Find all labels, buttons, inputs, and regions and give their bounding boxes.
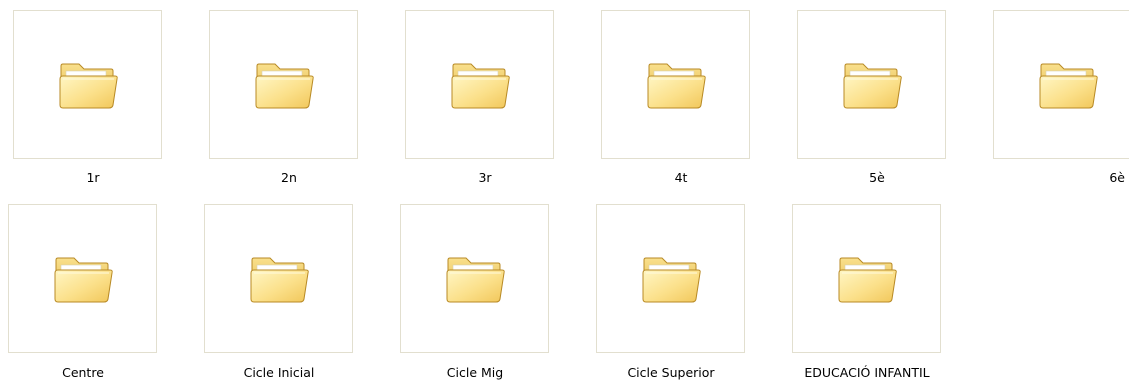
folder-item-2n[interactable]: 2n: [206, 0, 402, 190]
folder-thumbnail: [13, 10, 162, 159]
folder-icon: [836, 248, 898, 308]
folder-label: Cicle Mig: [446, 365, 504, 380]
folder-icon: [253, 54, 315, 114]
folder-label: 4t: [674, 170, 688, 185]
folder-view: 1r 2n 3r 4t 5è 6è Centre Cicle Inicial C…: [0, 0, 1129, 381]
folder-item-6e[interactable]: 6è: [990, 0, 1129, 190]
folder-label: 6è: [1109, 170, 1125, 185]
folder-thumbnail: [400, 204, 549, 353]
folder-item-1r[interactable]: 1r: [10, 0, 206, 190]
folder-item-cicle-inicial[interactable]: Cicle Inicial: [201, 201, 397, 381]
folder-icon: [52, 248, 114, 308]
folder-thumbnail: [405, 10, 554, 159]
folder-thumbnail: [993, 10, 1129, 159]
folder-label: 3r: [478, 170, 492, 185]
folder-thumbnail: [209, 10, 358, 159]
folder-label: Centre: [62, 365, 104, 380]
folder-icon: [645, 54, 707, 114]
folder-icon: [248, 248, 310, 308]
folder-item-5e[interactable]: 5è: [794, 0, 990, 190]
folder-icon: [1037, 54, 1099, 114]
folder-icon: [841, 54, 903, 114]
folder-icon: [57, 54, 119, 114]
folder-thumbnail: [8, 204, 157, 353]
folder-item-cicle-superior[interactable]: Cicle Superior: [593, 201, 789, 381]
folder-label: Cicle Superior: [627, 365, 715, 380]
folder-thumbnail: [204, 204, 353, 353]
folder-item-3r[interactable]: 3r: [402, 0, 598, 190]
folder-thumbnail: [601, 10, 750, 159]
folder-label: 5è: [869, 170, 885, 185]
folder-icon: [444, 248, 506, 308]
folder-icon: [449, 54, 511, 114]
folder-thumbnail: [596, 204, 745, 353]
folder-label: 2n: [281, 170, 297, 185]
folder-label: EDUCACIÓ INFANTIL: [804, 365, 930, 380]
folder-item-centre[interactable]: Centre: [5, 201, 201, 381]
folder-label: Cicle Inicial: [243, 365, 315, 380]
folder-label: 1r: [86, 170, 100, 185]
folder-thumbnail: [792, 204, 941, 353]
folder-thumbnail: [797, 10, 946, 159]
folder-item-4t[interactable]: 4t: [598, 0, 794, 190]
folder-item-cicle-mig[interactable]: Cicle Mig: [397, 201, 593, 381]
folder-icon: [640, 248, 702, 308]
folder-item-educacio-infantil[interactable]: EDUCACIÓ INFANTIL: [789, 201, 985, 381]
